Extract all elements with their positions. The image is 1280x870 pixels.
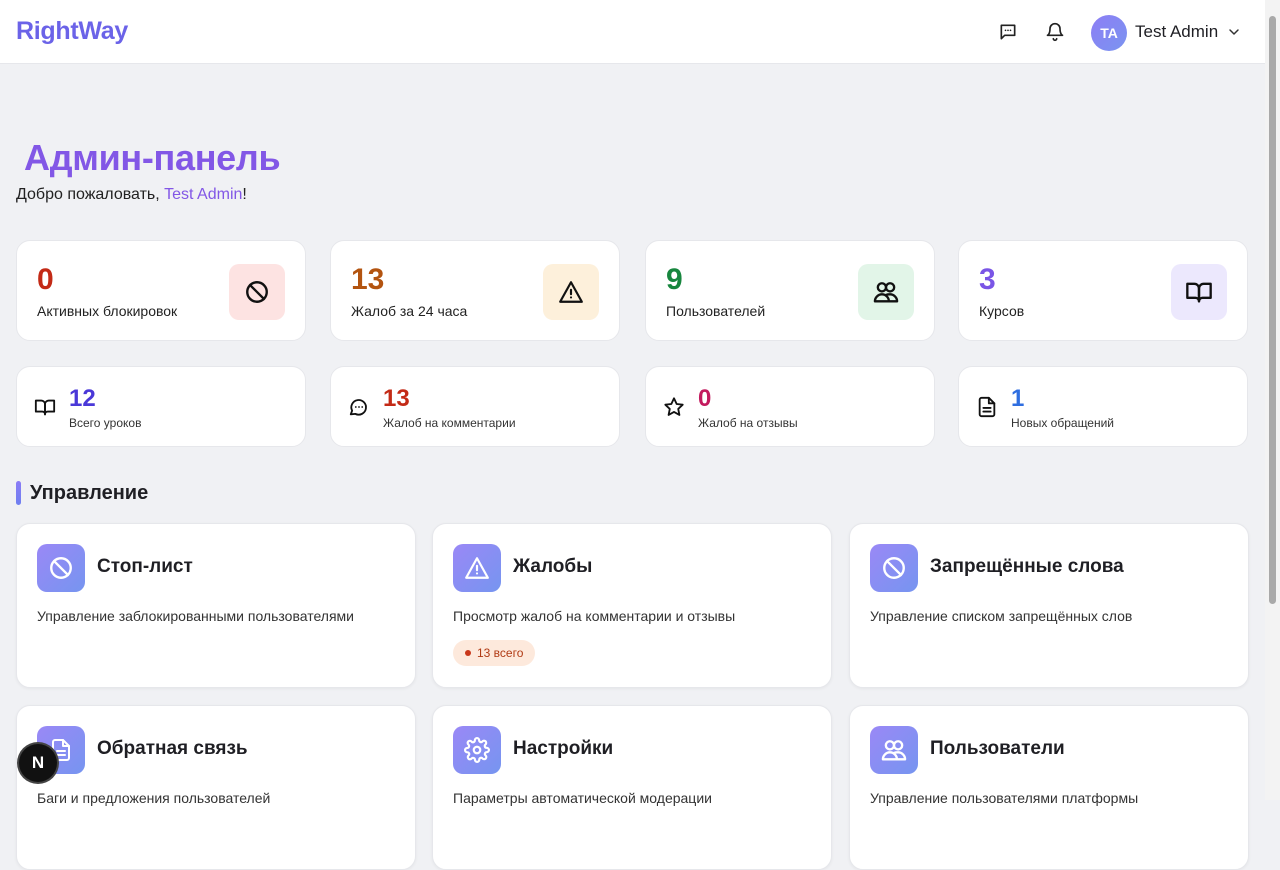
stat-label: Жалоб за 24 часа: [351, 303, 468, 319]
mini-stat-label: Новых обращений: [1011, 416, 1115, 430]
dev-tools-button[interactable]: N: [19, 744, 57, 782]
manage-icon-box: [453, 544, 501, 592]
mini-stat-label: Жалоб на отзывы: [698, 416, 798, 430]
manage-card-stoplist[interactable]: Стоп-лист Управление заблокированными по…: [16, 523, 416, 688]
manage-icon-box: [453, 726, 501, 774]
manage-card-banned-words[interactable]: Запрещённые слова Управление списком зап…: [849, 523, 1249, 688]
chevron-down-icon[interactable]: [1226, 24, 1242, 45]
page-title: Админ-панель: [24, 137, 281, 178]
section-accent-bar: [16, 481, 21, 505]
manage-card-feedback[interactable]: Обратная связь Баги и предложения пользо…: [16, 705, 416, 870]
stat-value: 13: [351, 263, 385, 296]
comment-icon: [349, 399, 367, 416]
manage-card-title: Стоп-лист: [97, 556, 193, 577]
stat-card-courses: 3 Курсов: [958, 240, 1248, 341]
manage-icon-box: [870, 544, 918, 592]
stat-value: 0: [37, 263, 54, 296]
warning-icon: [559, 281, 583, 303]
mini-stat-value: 13: [383, 385, 410, 412]
stat-card-blocks: 0 Активных блокировок: [16, 240, 306, 341]
mini-card-lessons: 12 Всего уроков: [16, 366, 306, 447]
stat-card-users: 9 Пользователей: [645, 240, 935, 341]
users-icon: [881, 740, 907, 761]
manage-card-complaints[interactable]: Жалобы Просмотр жалоб на комментарии и о…: [432, 523, 832, 688]
manage-card-settings[interactable]: Настройки Параметры автоматической модер…: [432, 705, 832, 870]
stat-label: Курсов: [979, 303, 1025, 319]
avatar[interactable]: TA: [1091, 15, 1127, 51]
manage-card-title: Жалобы: [513, 556, 593, 577]
stat-icon-box: [1171, 264, 1227, 320]
user-name[interactable]: Test Admin: [1135, 22, 1218, 42]
manage-card-desc: Параметры автоматической модерации: [453, 790, 712, 806]
welcome-user-name: Test Admin: [164, 186, 243, 203]
scrollbar-thumb[interactable]: [1269, 16, 1276, 604]
manage-card-desc: Просмотр жалоб на комментарии и отзывы: [453, 608, 736, 624]
welcome-prefix: Добро пожаловать,: [16, 186, 165, 203]
page-scrollbar[interactable]: [1265, 0, 1280, 800]
mini-stat-value: 1: [1011, 385, 1025, 412]
badge-label: 13 всего: [477, 646, 524, 660]
stat-icon-box: [543, 264, 599, 320]
messages-icon[interactable]: [996, 20, 1020, 44]
manage-card-title: Пользователи: [930, 738, 1065, 759]
stat-icon-box: [858, 264, 914, 320]
complaints-count-badge: 13 всего: [453, 640, 536, 666]
stat-value: 9: [666, 263, 683, 296]
top-header: RightWay TA Test Admin: [0, 0, 1265, 64]
mini-stat-label: Всего уроков: [69, 416, 142, 430]
stat-card-complaints-24h: 13 Жалоб за 24 часа: [330, 240, 620, 341]
bell-icon[interactable]: [1043, 20, 1067, 44]
welcome-text: Добро пожаловать, Test Admin!: [16, 186, 247, 204]
mini-card-new-requests: 1 Новых обращений: [958, 366, 1248, 447]
section-title: Управление: [30, 482, 149, 504]
manage-card-title: Обратная связь: [97, 738, 248, 759]
manage-card-desc: Управление заблокированными пользователя…: [37, 608, 354, 624]
book-icon: [34, 399, 56, 416]
mini-card-comment-complaints: 13 Жалоб на комментарии: [330, 366, 620, 447]
gear-icon: [464, 737, 490, 763]
users-icon: [873, 282, 899, 303]
stat-label: Пользователей: [666, 303, 766, 319]
manage-card-desc: Управление списком запрещённых слов: [870, 608, 1133, 624]
stat-label: Активных блокировок: [37, 303, 178, 319]
welcome-suffix: !: [242, 186, 247, 203]
mini-stat-value: 0: [698, 385, 712, 412]
manage-card-users[interactable]: Пользователи Управление пользователями п…: [849, 705, 1249, 870]
manage-card-desc: Управление пользователями платформы: [870, 790, 1139, 806]
file-icon: [978, 396, 996, 418]
manage-icon-box: [37, 544, 85, 592]
mini-stat-value: 12: [69, 385, 96, 412]
book-icon: [1186, 282, 1212, 303]
stat-value: 3: [979, 263, 996, 296]
ban-icon: [883, 557, 905, 579]
badge-dot: [465, 650, 471, 656]
manage-card-desc: Баги и предложения пользователей: [37, 790, 271, 806]
ban-icon: [246, 281, 268, 303]
mini-card-review-complaints: 0 Жалоб на отзывы: [645, 366, 935, 447]
ban-icon: [50, 557, 72, 579]
logo[interactable]: RightWay: [16, 17, 128, 46]
manage-icon-box: [870, 726, 918, 774]
mini-stat-label: Жалоб на комментарии: [383, 416, 516, 430]
warning-icon: [465, 557, 489, 579]
manage-card-title: Настройки: [513, 738, 614, 759]
manage-card-title: Запрещённые слова: [930, 556, 1124, 577]
star-icon: [664, 397, 684, 416]
stat-icon-box: [229, 264, 285, 320]
